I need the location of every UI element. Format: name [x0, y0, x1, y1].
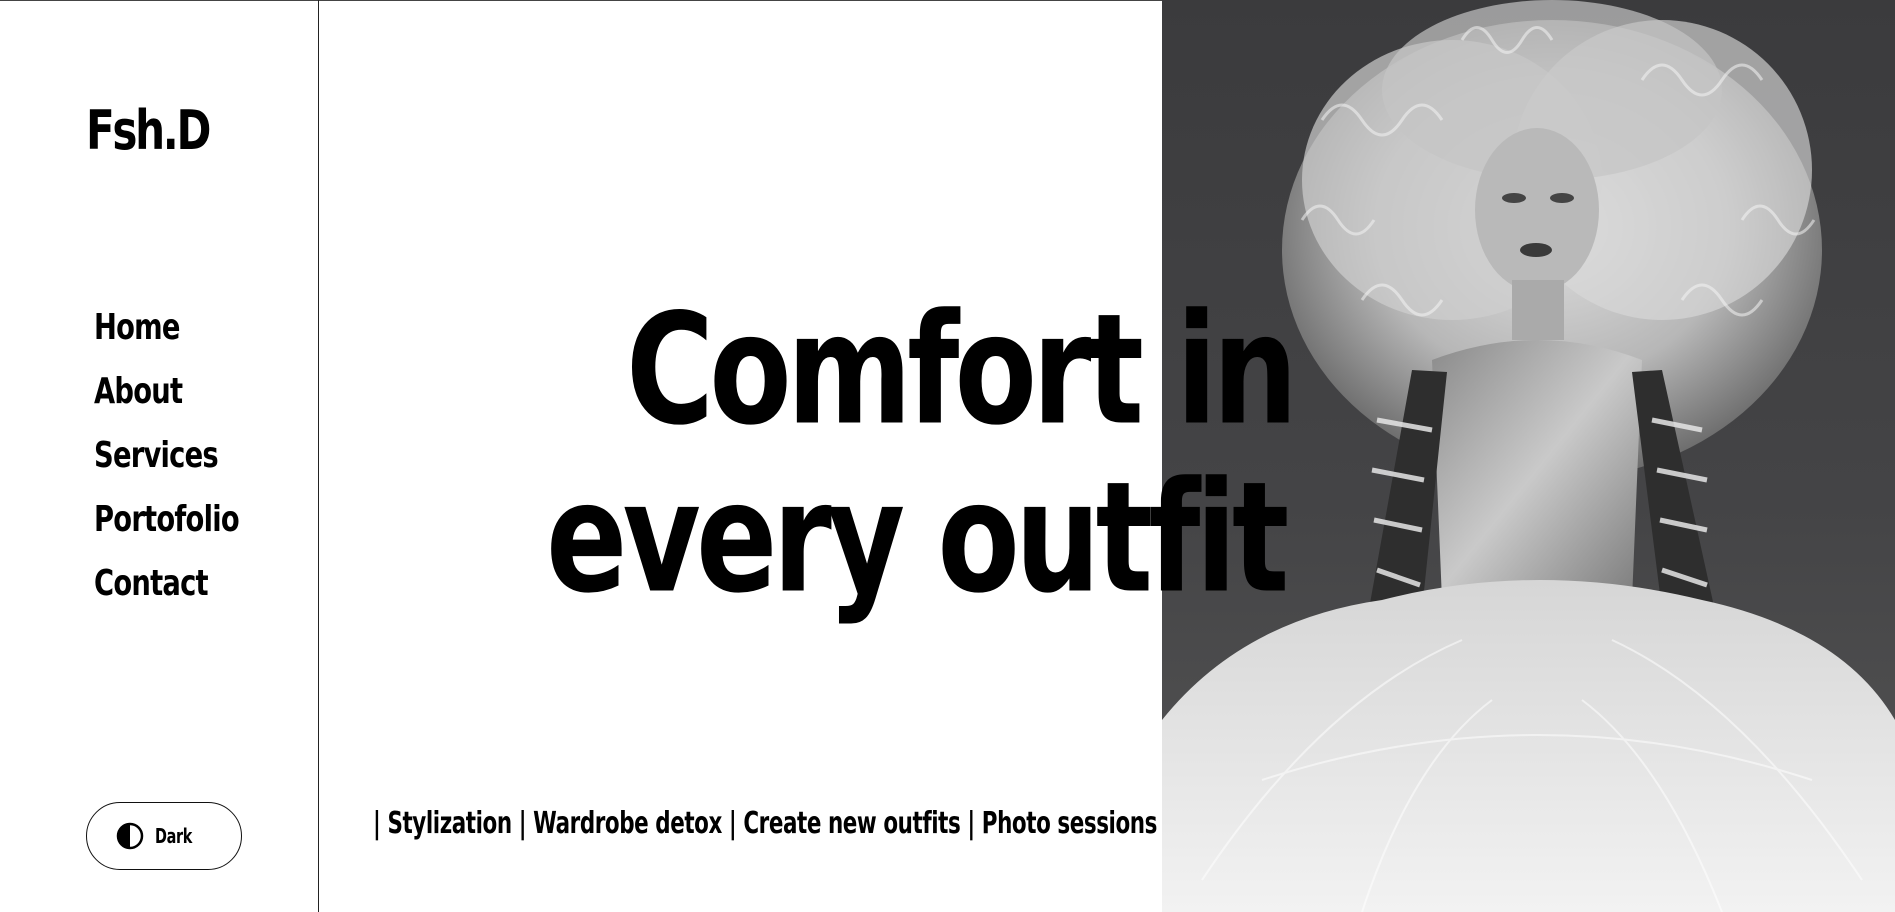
hero-model-photo — [1162, 0, 1895, 912]
nav-item-services[interactable]: Services — [94, 430, 239, 494]
nav-item-home[interactable]: Home — [94, 302, 239, 366]
nav-item-contact[interactable]: Contact — [94, 558, 239, 622]
dark-mode-label: Dark — [155, 824, 192, 848]
sidebar: Fsh.D Home About Services Portofolio Con… — [0, 0, 319, 912]
nav-item-about[interactable]: About — [94, 366, 239, 430]
site-logo[interactable]: Fsh.D — [86, 104, 211, 158]
model-photo-illustration — [1162, 0, 1895, 912]
nav-item-portfolio[interactable]: Portofolio — [94, 494, 240, 558]
services-tagline: | Stylization | Wardrobe detox | Create … — [373, 806, 1157, 841]
dark-mode-toggle-button[interactable]: Dark — [86, 802, 242, 870]
half-moon-contrast-icon — [116, 822, 144, 850]
main-nav: Home About Services Portofolio Contact — [94, 302, 285, 622]
